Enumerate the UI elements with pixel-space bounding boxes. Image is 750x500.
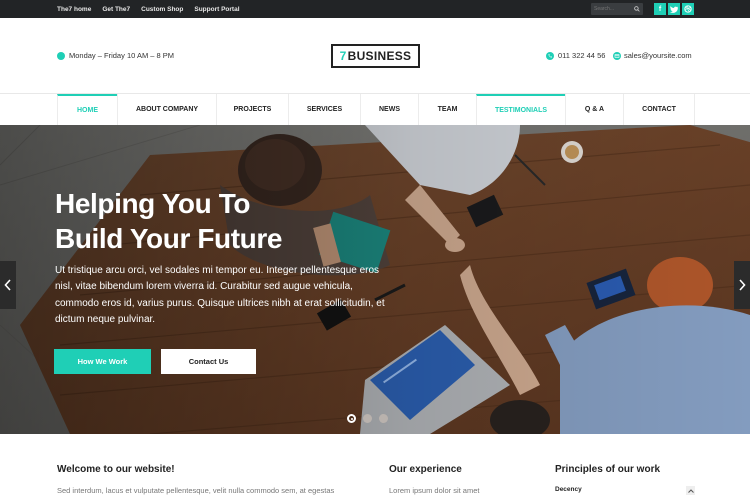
- facebook-icon[interactable]: f: [654, 3, 666, 15]
- hero-title-line-1: Helping You To: [55, 188, 251, 219]
- welcome-heading: Welcome to our website!: [57, 464, 175, 475]
- chevron-up-glyph: [687, 488, 694, 493]
- search-icon[interactable]: [634, 6, 640, 12]
- hero-description: Ut tristique arcu orci, vel sodales mi t…: [55, 265, 385, 326]
- opening-hours: Monday – Friday 10 AM – 8 PM: [57, 51, 174, 60]
- top-links: The7 home Get The7 Custom Shop Support P…: [57, 0, 251, 18]
- nav-item-label: ABOUT COMPANY: [135, 106, 199, 113]
- logo-number: 7: [339, 49, 347, 63]
- nav-item-contact[interactable]: CONTACT: [623, 94, 695, 125]
- nav-item-team[interactable]: TEAM: [418, 94, 476, 125]
- nav-item-label: TEAM: [437, 106, 458, 113]
- slider-next-button[interactable]: [734, 261, 750, 309]
- chevron-right-icon: [739, 279, 746, 291]
- nav-item-home[interactable]: HOME: [57, 94, 117, 125]
- email-address: sales@yoursite.com: [624, 51, 692, 60]
- phone-contact[interactable]: 011 322 44 56: [546, 51, 605, 60]
- slider-dot-1[interactable]: [347, 414, 356, 423]
- welcome-text: Sed interdum, lacus et vulputate pellent…: [57, 486, 335, 495]
- nav-item-about-company[interactable]: ABOUT COMPANY: [117, 94, 216, 125]
- nav-item-services[interactable]: SERVICES: [288, 94, 360, 125]
- principles-heading: Principles of our work: [555, 464, 661, 475]
- how-we-work-button[interactable]: How We Work: [54, 349, 151, 374]
- experience-text: Lorem ipsum dolor sit amet: [389, 486, 480, 495]
- nav-item-label: TESTIMONIALS: [494, 107, 548, 114]
- nav-item-label: PROJECTS: [233, 106, 272, 113]
- top-search[interactable]: [591, 3, 643, 15]
- experience-heading: Our experience: [389, 464, 462, 475]
- site-header: Monday – Friday 10 AM – 8 PM 7 BUSINESS …: [0, 18, 750, 93]
- top-link-support-portal[interactable]: Support Portal: [194, 6, 239, 13]
- main-navigation: HOME ABOUT COMPANY PROJECTS SERVICES NEW…: [0, 93, 750, 125]
- mail-icon: [613, 51, 621, 60]
- nav-item-label: Q & A: [584, 106, 605, 113]
- nav-item-projects[interactable]: PROJECTS: [216, 94, 288, 125]
- slider-dot-2[interactable]: [363, 414, 372, 423]
- nav-item-testimonials[interactable]: TESTIMONIALS: [476, 94, 565, 125]
- opening-hours-text: Monday – Friday 10 AM – 8 PM: [69, 51, 175, 60]
- email-contact[interactable]: sales@yoursite.com: [613, 51, 692, 60]
- accordion-item-decency[interactable]: Decency: [555, 486, 695, 498]
- phone-icon: [546, 51, 554, 60]
- accordion-item-label: Decency: [555, 486, 582, 493]
- nav-item-q-and-a[interactable]: Q & A: [565, 94, 623, 125]
- top-link-custom-shop[interactable]: Custom Shop: [141, 6, 183, 13]
- dribbble-icon[interactable]: [682, 3, 694, 15]
- slider-prev-button[interactable]: [0, 261, 16, 309]
- nav-item-news[interactable]: NEWS: [360, 94, 418, 125]
- top-link-the7-home[interactable]: The7 home: [57, 6, 91, 13]
- hero-title-line-2: Build Your Future: [55, 223, 283, 254]
- top-link-get-the7[interactable]: Get The7: [102, 6, 130, 13]
- hero-title: Helping You To Build Your Future: [55, 186, 355, 256]
- twitter-bird-glyph: [670, 5, 678, 13]
- dribbble-ball-glyph: [684, 5, 692, 13]
- logo-text: BUSINESS: [347, 49, 412, 63]
- nav-item-label: HOME: [77, 107, 98, 114]
- contact-us-button[interactable]: Contact Us: [161, 349, 256, 374]
- chevron-left-icon: [4, 279, 11, 291]
- site-logo[interactable]: 7 BUSINESS: [331, 44, 420, 68]
- phone-number: 011 322 44 56: [558, 51, 606, 60]
- chevron-up-icon[interactable]: [686, 486, 695, 495]
- twitter-icon[interactable]: [668, 3, 680, 15]
- search-input[interactable]: [594, 3, 632, 15]
- slider-dot-3[interactable]: [379, 414, 388, 423]
- nav-item-label: SERVICES: [306, 106, 343, 113]
- nav-item-label: NEWS: [379, 106, 400, 113]
- top-bar: The7 home Get The7 Custom Shop Support P…: [0, 0, 750, 18]
- nav-item-label: CONTACT: [642, 106, 676, 113]
- clock-icon: [57, 51, 65, 60]
